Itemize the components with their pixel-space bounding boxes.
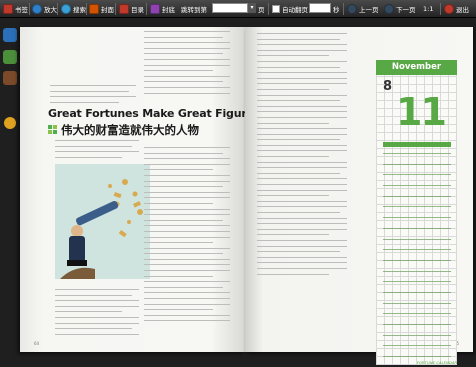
autoflip-seconds-input[interactable]	[309, 3, 331, 13]
back-cover-label: 封底	[162, 5, 175, 14]
prev-page-label: 上一页	[359, 5, 379, 14]
calendar-day-big: 11	[396, 90, 447, 134]
toolbar: 书签 放大 搜索 封面 目录 封底 跳转到第 ▾ 页 自动翻页 秒 上一页 下一…	[0, 0, 476, 18]
exit-button[interactable]: 退出	[444, 2, 469, 15]
telescope-illustration	[55, 164, 150, 279]
toc-label: 目录	[131, 5, 144, 14]
arrow-up-icon	[347, 3, 357, 14]
exit-icon	[444, 3, 454, 14]
article-title-cn: 伟大的财富造就伟大的人物	[61, 123, 199, 137]
calendar-month: November	[376, 60, 457, 75]
actual-size-button[interactable]: 1:1	[423, 2, 433, 15]
text-column	[55, 140, 139, 162]
magazine-book: Great Fortunes Make Great Figures 伟大的财富造…	[20, 27, 473, 365]
cover-button[interactable]: 封面	[89, 2, 114, 15]
search-icon	[61, 3, 71, 14]
goto-text: 跳转到第	[181, 5, 207, 14]
next-page-label: 下一页	[396, 5, 416, 14]
zoom-in-icon	[32, 3, 42, 14]
goto-suffix: 页	[258, 2, 265, 15]
bookmark-label: 书签	[15, 5, 28, 14]
cover-label: 封面	[101, 5, 114, 14]
search-button[interactable]: 搜索	[61, 2, 86, 15]
info-icon[interactable]	[4, 117, 16, 129]
actual-size-label: 1:1	[423, 4, 434, 13]
seconds-suffix-text: 秒	[333, 5, 340, 14]
table-of-contents-icon	[119, 3, 129, 14]
separator	[115, 3, 116, 15]
autoflip-label: 自动翻页	[282, 5, 308, 14]
catalog-icon[interactable]	[3, 71, 17, 85]
fortune-calendar: November 8 11 FORTUNE CALENDAR	[376, 60, 457, 365]
thumbnail-icon[interactable]	[3, 28, 17, 42]
text-column	[144, 31, 230, 98]
arrow-down-icon	[384, 3, 394, 14]
calendar-day-small: 8	[383, 79, 393, 94]
page-dropdown-button[interactable]: ▾	[248, 3, 256, 13]
calendar-divider-bar	[383, 142, 451, 147]
bookmark-button[interactable]: 书签	[3, 2, 28, 15]
separator	[86, 3, 87, 15]
text-column	[55, 289, 139, 339]
separator	[268, 3, 269, 15]
separator	[343, 3, 344, 15]
goto-label: 跳转到第	[181, 2, 207, 15]
calendar-footer: FORTUNE CALENDAR	[416, 360, 457, 365]
next-page-button[interactable]: 下一页	[384, 2, 416, 15]
exit-label: 退出	[456, 5, 469, 14]
telescope-man-illustration	[55, 164, 150, 279]
page-number-left: 64	[34, 341, 40, 346]
autoflip-toggle[interactable]: 自动翻页	[272, 2, 308, 15]
separator	[440, 3, 441, 15]
toc-button[interactable]: 目录	[119, 2, 144, 15]
seconds-suffix: 秒	[333, 2, 340, 15]
cover-icon	[89, 3, 99, 14]
calendar-entries	[383, 153, 451, 367]
article-title-cn-row: 伟大的财富造就伟大的人物	[48, 122, 199, 138]
prev-page-button[interactable]: 上一页	[347, 2, 379, 15]
search-label: 搜索	[73, 5, 86, 14]
gallery-icon[interactable]	[3, 50, 17, 64]
separator	[57, 3, 58, 15]
text-column	[144, 147, 230, 326]
autoflip-checkbox[interactable]	[272, 4, 280, 13]
article-title-en: Great Fortunes Make Great Figures	[48, 107, 261, 120]
back-cover-button[interactable]: 封底	[150, 2, 175, 15]
zoom-in-label: 放大	[44, 5, 57, 14]
text-column	[50, 85, 136, 107]
green-squares-icon	[48, 125, 58, 135]
back-cover-icon	[150, 3, 160, 14]
page-number-input[interactable]	[212, 3, 248, 13]
separator	[29, 3, 30, 15]
zoom-in-button[interactable]: 放大	[32, 2, 57, 15]
bookmark-icon	[3, 3, 13, 14]
text-column	[257, 33, 347, 279]
separator	[146, 3, 147, 15]
goto-suffix-text: 页	[258, 5, 265, 14]
left-page[interactable]: Great Fortunes Make Great Figures 伟大的财富造…	[20, 27, 260, 352]
